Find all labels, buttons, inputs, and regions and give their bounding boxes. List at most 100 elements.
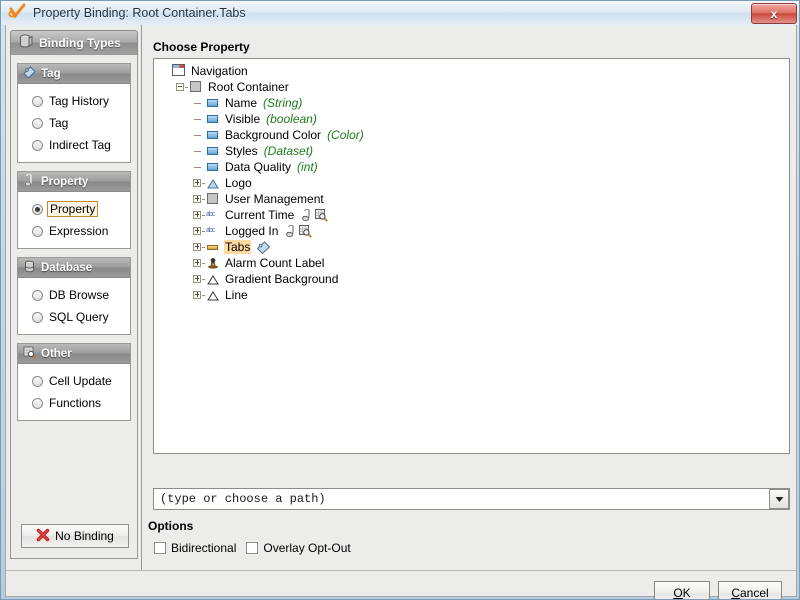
checkbox-overlay-opt-out[interactable]: Overlay Opt-Out <box>246 541 350 555</box>
tree-row[interactable]: Root Container <box>154 79 789 95</box>
tree-expand-handle[interactable] <box>192 191 205 207</box>
tree-row[interactable]: Styles(Dataset) <box>154 143 789 159</box>
property-icon <box>205 111 222 127</box>
tree-row[interactable]: Name(String) <box>154 95 789 111</box>
tabstrip-icon <box>205 239 222 255</box>
path-dropdown-button[interactable] <box>769 489 789 509</box>
radio-property[interactable]: Property <box>18 198 130 220</box>
tree-row[interactable]: abcLogged In <box>154 223 789 239</box>
tree-row-type: (String) <box>263 96 302 110</box>
text-label-icon: abc <box>205 223 222 239</box>
group-tag: Tag Tag History Tag Indire <box>17 63 131 163</box>
group-database-label: Database <box>41 262 92 274</box>
container-icon <box>205 191 222 207</box>
tree-row-label: Tabs <box>224 240 251 254</box>
cancel-button[interactable]: Cancel <box>718 581 782 600</box>
tree-row[interactable]: Logo <box>154 175 789 191</box>
no-binding-button[interactable]: No Binding <box>21 524 129 548</box>
tree-expand-handle[interactable] <box>192 239 205 255</box>
radio-sql-query[interactable]: SQL Query <box>18 306 130 328</box>
tab-binding-types[interactable]: Binding Types <box>10 30 138 54</box>
radio-indicator <box>32 118 43 129</box>
property-icon <box>205 159 222 175</box>
path-combo[interactable]: (type or choose a path) <box>153 488 790 510</box>
shape-outline-icon <box>205 271 222 287</box>
tree-row-type: (boolean) <box>266 112 317 126</box>
title-bar: Property Binding: Root Container.Tabs x <box>1 1 800 25</box>
radio-tag-history-label: Tag History <box>49 94 109 108</box>
tree-branch-line <box>192 95 205 111</box>
tree-expand-handle[interactable] <box>192 223 205 239</box>
group-other: Other Cell Update Functions <box>17 343 131 421</box>
property-icon <box>205 95 222 111</box>
group-other-header: Other <box>18 344 130 364</box>
tree-row-label: Background Color <box>224 128 322 142</box>
stamp-icon <box>205 255 222 271</box>
dialog-window: Property Binding: Root Container.Tabs x … <box>0 0 800 600</box>
tree-row-label: Logged In <box>224 224 279 238</box>
group-property-label: Property <box>41 176 88 188</box>
radio-indicator <box>32 376 43 387</box>
no-binding-label: No Binding <box>55 529 114 543</box>
checkbox-bidirectional[interactable]: Bidirectional <box>154 541 236 555</box>
tree-expand-handle[interactable] <box>192 271 205 287</box>
radio-indicator <box>32 290 43 301</box>
tree-row-type: (int) <box>297 160 318 174</box>
radio-indicator <box>32 398 43 409</box>
radio-indicator <box>32 312 43 323</box>
tree-row[interactable]: Line <box>154 287 789 303</box>
shape-icon <box>205 175 222 191</box>
tree-row-badges <box>300 209 328 222</box>
tree-row-badges <box>256 241 271 254</box>
tree-branch-line <box>192 143 205 159</box>
tree-row[interactable]: abcCurrent Time <box>154 207 789 223</box>
group-database: Database DB Browse SQL Query <box>17 257 131 335</box>
tree-branch-line <box>192 159 205 175</box>
radio-tag-label: Tag <box>49 116 68 130</box>
container-icon <box>188 79 205 95</box>
radio-indirect-tag[interactable]: Indirect Tag <box>18 134 130 156</box>
property-icon <box>205 143 222 159</box>
cell-update-icon <box>23 346 36 362</box>
tree-row[interactable]: User Management <box>154 191 789 207</box>
radio-db-browse[interactable]: DB Browse <box>18 284 130 306</box>
tree-expand-handle[interactable] <box>192 207 205 223</box>
tree-row-label: Current Time <box>224 208 295 222</box>
radio-tag-history[interactable]: Tag History <box>18 90 130 112</box>
tree-row[interactable]: Navigation <box>154 63 789 79</box>
tree-expand-handle[interactable] <box>192 255 205 271</box>
close-button[interactable]: x <box>751 3 797 24</box>
path-input[interactable]: (type or choose a path) <box>154 492 769 506</box>
radio-expression-label: Expression <box>49 224 108 238</box>
group-tag-body: Tag History Tag Indirect Tag <box>18 84 130 162</box>
radio-indicator <box>32 226 43 237</box>
tree-expand-handle[interactable] <box>192 287 205 303</box>
radio-cell-update[interactable]: Cell Update <box>18 370 130 392</box>
radio-indicator <box>32 204 43 215</box>
tree-row-label: Gradient Background <box>224 272 339 286</box>
tree-collapse-handle[interactable] <box>175 79 188 95</box>
ok-button[interactable]: OK <box>654 581 710 600</box>
radio-tag[interactable]: Tag <box>18 112 130 134</box>
tree-expand-handle[interactable] <box>192 175 205 191</box>
checkbox-overlay-opt-out-label: Overlay Opt-Out <box>263 541 350 555</box>
database-icon <box>23 260 36 276</box>
radio-functions[interactable]: Functions <box>18 392 130 414</box>
tree-row[interactable]: Gradient Background <box>154 271 789 287</box>
red-x-icon <box>36 528 50 545</box>
property-tree-list: NavigationRoot ContainerName(String)Visi… <box>154 59 789 303</box>
tree-row-label: Line <box>224 288 249 302</box>
property-tree[interactable]: NavigationRoot ContainerName(String)Visi… <box>153 58 790 454</box>
ok-mnemonic: O <box>673 586 682 600</box>
tree-row[interactable]: Alarm Count Label <box>154 255 789 271</box>
tree-row-label: Navigation <box>190 64 249 78</box>
tree-row[interactable]: Tabs <box>154 239 789 255</box>
tree-row[interactable]: Background Color(Color) <box>154 127 789 143</box>
tree-row[interactable]: Visible (boolean) <box>154 111 789 127</box>
tree-row-label: Visible <box>224 112 261 126</box>
tree-row[interactable]: Data Quality(int) <box>154 159 789 175</box>
options-row: Bidirectional Overlay Opt-Out <box>154 541 351 555</box>
radio-expression[interactable]: Expression <box>18 220 130 242</box>
radio-sql-query-label: SQL Query <box>49 310 109 324</box>
checkbox-bidirectional-label: Bidirectional <box>171 541 236 555</box>
